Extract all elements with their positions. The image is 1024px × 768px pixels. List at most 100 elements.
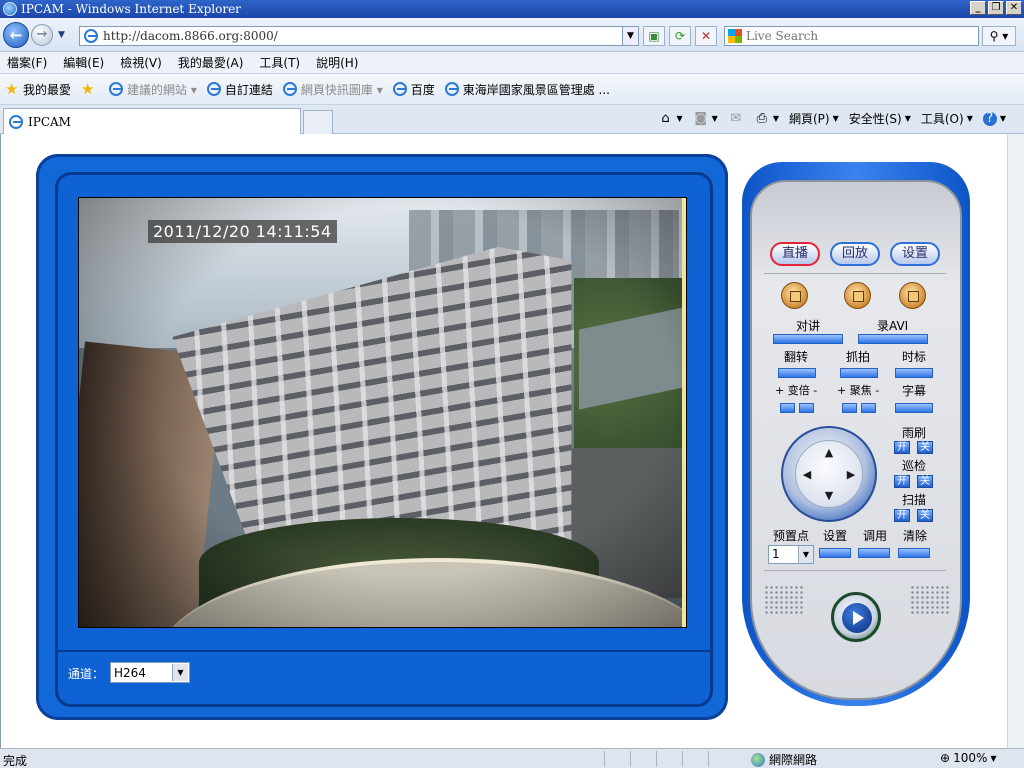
new-tab-button[interactable] [303, 110, 333, 134]
zoom-out-button[interactable] [799, 403, 814, 413]
minimize-button[interactable]: _ [970, 1, 986, 15]
search-input[interactable] [746, 29, 966, 43]
scan-off-button[interactable]: 关 [917, 509, 933, 522]
security-zone[interactable]: 網際網路 [751, 751, 817, 768]
ie-page-icon [282, 82, 297, 96]
zoom-label: + 变倍 - [775, 384, 818, 397]
ie-page-icon [444, 82, 459, 96]
search-button[interactable]: ⚲ ▾ [982, 26, 1016, 46]
arrow-right-icon[interactable]: ▶ [845, 469, 857, 481]
menu-tools[interactable]: 工具(T) [259, 54, 300, 71]
menu-favorites[interactable]: 我的最愛(A) [178, 54, 244, 71]
favorites-star-icon: ★ [5, 80, 19, 98]
page-menu[interactable]: 網頁(P) ▼ [789, 110, 839, 127]
preset-clear-button[interactable] [898, 548, 930, 558]
feeds-button[interactable]: ◙ ▼ [693, 111, 717, 126]
preset-select[interactable]: 1 ▼ [768, 545, 814, 564]
address-dropdown-icon[interactable]: ▼ [622, 27, 638, 45]
fav-label: 自訂連結 [224, 82, 273, 97]
fav-suggested-sites[interactable]: 建議的網站 ▾ [109, 81, 197, 98]
scan-on-button[interactable]: 开 [894, 509, 910, 522]
playback-button[interactable]: 回放 [830, 242, 880, 266]
search-box[interactable] [724, 26, 979, 46]
preset-call-label: 调用 [863, 529, 888, 543]
fav-baidu[interactable]: 百度 [392, 81, 435, 98]
safety-menu[interactable]: 安全性(S) ▼ [849, 110, 911, 127]
snapshot-button[interactable] [840, 368, 878, 378]
refresh-button[interactable]: ⟳ [669, 26, 691, 46]
maximize-button[interactable]: ❐ [988, 1, 1004, 15]
back-button[interactable]: ← [3, 22, 29, 48]
print-button[interactable]: ⎙ ▼ [754, 111, 779, 126]
scan-label: 扫描 [902, 493, 927, 507]
wiper-on-button[interactable]: 开 [894, 441, 910, 454]
cruise-on-button[interactable]: 开 [894, 475, 910, 488]
preset-call-button[interactable] [858, 548, 890, 558]
snapshot-toggle-button[interactable] [899, 282, 926, 309]
play-button[interactable] [831, 592, 881, 642]
forward-button[interactable]: → [31, 24, 53, 46]
timestamp-button[interactable] [895, 368, 933, 378]
menu-view[interactable]: 檢視(V) [120, 54, 162, 71]
arrow-down-icon[interactable]: ▼ [823, 490, 835, 502]
fav-label: 網頁快訊圖庫 ▾ [300, 82, 383, 97]
home-button[interactable]: ⌂ ▼ [658, 111, 682, 126]
mail-button[interactable]: ✉ [728, 111, 744, 126]
compatibility-button[interactable]: ▣ [643, 26, 665, 46]
talk-button[interactable] [773, 334, 843, 344]
record-avi-button[interactable] [858, 334, 928, 344]
focus-far-button[interactable] [861, 403, 876, 413]
favorites-button[interactable]: ★ 我的最愛 [5, 81, 71, 98]
fav-label: 東海岸國家風景區管理處 ... [462, 82, 610, 97]
wiper-off-button[interactable]: 关 [917, 441, 933, 454]
flip-button[interactable] [778, 368, 816, 378]
channel-select[interactable]: H264 ▼ [110, 662, 190, 683]
recent-pages-dropdown[interactable]: ▼ [58, 30, 65, 40]
ie-page-icon [9, 114, 23, 129]
window-titlebar: IPCAM - Windows Internet Explorer _ ❐ ✕ [0, 0, 1024, 18]
camera-video-feed[interactable]: 2011/12/20 14:11:54 [78, 197, 687, 628]
speaker-grille-right [910, 585, 950, 615]
zoom-in-button[interactable] [780, 403, 795, 413]
cruise-off-button[interactable]: 关 [917, 475, 933, 488]
osd-button[interactable] [895, 403, 933, 413]
arrow-up-icon[interactable]: ▲ [823, 447, 835, 459]
address-field[interactable]: http://dacom.8866.org:8000/ ▼ [79, 26, 639, 46]
channel-value: H264 [114, 665, 146, 680]
fav-web-slice-gallery[interactable]: 網頁快訊圖庫 ▾ [282, 81, 383, 98]
zoom-control[interactable]: ⊕ 100% ▼ [940, 751, 997, 765]
add-favorite-button[interactable]: ★ [81, 82, 99, 97]
fav-custom-links[interactable]: 自訂連結 [206, 81, 273, 98]
vertical-scrollbar[interactable] [1007, 134, 1024, 748]
help-button[interactable]: ? ▼ [982, 111, 1006, 126]
tools-menu[interactable]: 工具(O) ▼ [921, 110, 973, 127]
favorites-label: 我的最愛 [23, 82, 72, 97]
chevron-down-icon: ▼ [999, 114, 1006, 123]
record-toggle-button[interactable] [844, 282, 871, 309]
live-button[interactable]: 直播 [770, 242, 820, 266]
talk-toggle-button[interactable] [781, 282, 808, 309]
tab-bar: IPCAM ⌂ ▼ ◙ ▼ ✉ ⎙ ▼ 網頁(P) ▼ 安全性(S) ▼ 工具(O) ▼ ?… [0, 105, 1024, 134]
menu-edit[interactable]: 編輯(E) [63, 54, 104, 71]
help-icon: ? [982, 111, 997, 126]
focus-near-button[interactable] [842, 403, 857, 413]
chevron-down-icon: ▼ [904, 114, 911, 123]
fav-east-coast[interactable]: 東海岸國家風景區管理處 ... [444, 81, 610, 98]
menu-file[interactable]: 檔案(F) [7, 54, 47, 71]
status-cell [630, 751, 656, 767]
preset-set-button[interactable] [819, 548, 851, 558]
magnifier-icon: ⊕ [940, 751, 951, 765]
stop-button[interactable]: ✕ [695, 26, 717, 46]
record-label: 录AVI [877, 319, 909, 333]
settings-button[interactable]: 设置 [890, 242, 940, 266]
preset-set-label: 设置 [823, 529, 848, 543]
zone-label: 網際網路 [769, 753, 818, 767]
compatibility-icon: ▣ [648, 29, 660, 43]
chevron-down-icon: ▼ [966, 114, 973, 123]
preset-value: 1 [772, 547, 780, 561]
arrow-left-icon[interactable]: ◀ [801, 469, 813, 481]
preset-label: 预置点 [773, 529, 810, 543]
menu-help[interactable]: 說明(H) [316, 54, 358, 71]
close-button[interactable]: ✕ [1006, 1, 1022, 15]
tab-ipcam[interactable]: IPCAM [3, 108, 301, 134]
